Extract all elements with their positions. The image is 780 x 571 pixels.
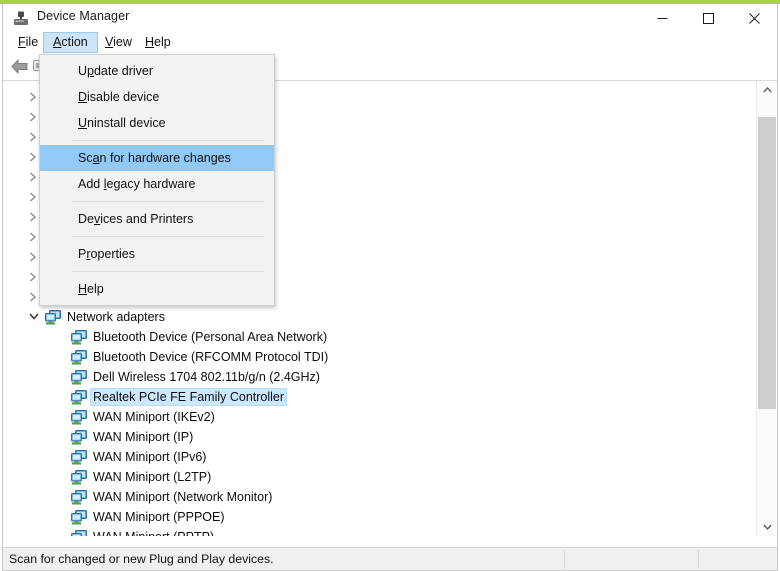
tree-item-label: WAN Miniport (Network Monitor) — [93, 490, 273, 504]
menu-item-disable-device[interactable]: Disable device — [40, 84, 274, 110]
menu-item-devices-and-printers[interactable]: Devices and Printers — [40, 206, 274, 232]
window-title: Device Manager — [37, 9, 130, 23]
menu-help-label-rest: elp — [154, 35, 171, 49]
tree-item[interactable]: WAN Miniport (PPTP) — [3, 527, 758, 536]
network-icon — [71, 450, 87, 465]
tree-item-label: WAN Miniport (IPv6) — [93, 450, 207, 464]
action-dropdown-menu[interactable]: Update driver Disable device Uninstall dev… — [39, 54, 275, 306]
status-divider-2 — [698, 550, 699, 569]
menu-help[interactable]: Help — [136, 32, 180, 53]
tree-item[interactable]: WAN Miniport (Network Monitor) — [3, 487, 758, 507]
menu-item-properties[interactable]: Properties — [40, 241, 274, 267]
tree-item-label: Bluetooth Device (RFCOMM Protocol TDI) — [93, 350, 329, 364]
menu-item-label: Uninstall device — [78, 116, 166, 130]
network-icon — [71, 410, 87, 425]
menu-item-add-legacy-hardware[interactable]: Add legacy hardware — [40, 171, 274, 197]
menu-separator — [72, 201, 264, 202]
tree-item[interactable]: Bluetooth Device (RFCOMM Protocol TDI) — [3, 347, 758, 367]
tree-item[interactable]: WAN Miniport (IKEv2) — [3, 407, 758, 427]
network-icon — [71, 490, 87, 505]
network-icon — [71, 370, 87, 385]
menu-item-label: Help — [78, 282, 104, 296]
menu-item-label: Properties — [78, 247, 135, 261]
menu-item-uninstall-device[interactable]: Uninstall device — [40, 110, 274, 136]
network-icon — [71, 530, 87, 536]
menu-file[interactable]: File — [9, 32, 47, 53]
menu-action-label-rest: ction — [61, 35, 88, 49]
tree-item-label: Network adapters — [67, 310, 165, 324]
maximize-button[interactable] — [685, 4, 731, 32]
menu-item-scan-for-hardware-changes[interactable]: Scan for hardware changes — [40, 145, 274, 171]
tree-item[interactable]: WAN Miniport (IP) — [3, 427, 758, 447]
tree-item[interactable]: Bluetooth Device (Personal Area Network) — [3, 327, 758, 347]
tree-item[interactable]: WAN Miniport (IPv6) — [3, 447, 758, 467]
tree-item[interactable]: Dell Wireless 1704 802.11b/g/n (2.4GHz) — [3, 367, 758, 387]
menu-file-label-rest: ile — [25, 35, 39, 49]
tree-item[interactable]: Realtek PCIe FE Family Controller — [3, 387, 758, 407]
menu-item-label: Update driver — [78, 64, 154, 78]
device-manager-icon — [13, 11, 29, 26]
menu-separator — [72, 271, 264, 272]
menu-view[interactable]: View — [96, 32, 141, 53]
close-button[interactable] — [731, 4, 777, 32]
menu-item-label: Devices and Printers — [78, 212, 194, 226]
status-text: Scan for changed or new Plug and Play de… — [9, 552, 274, 566]
network-icon — [45, 310, 61, 325]
vertical-scrollbar[interactable] — [756, 81, 777, 536]
tree-item-label: Realtek PCIe FE Family Controller — [89, 388, 288, 406]
menu-item-help[interactable]: Help — [40, 276, 274, 302]
tree-item-label: Bluetooth Device (Personal Area Network) — [93, 330, 328, 344]
menu-item-label: Disable device — [78, 90, 160, 104]
menu-item-label: Add legacy hardware — [78, 177, 196, 191]
network-icon — [71, 510, 87, 525]
tree-item-label: WAN Miniport (IP) — [93, 430, 194, 444]
network-icon — [71, 390, 87, 405]
tree-item-label: WAN Miniport (L2TP) — [93, 470, 212, 484]
status-bar: Scan for changed or new Plug and Play de… — [3, 547, 777, 570]
scroll-down-button[interactable] — [757, 518, 777, 536]
menu-bar: File Action View Help — [3, 32, 777, 54]
menu-item-update-driver[interactable]: Update driver — [40, 58, 274, 84]
menu-separator — [72, 140, 264, 141]
network-icon — [71, 430, 87, 445]
tree-item[interactable]: WAN Miniport (L2TP) — [3, 467, 758, 487]
tree-item-label: WAN Miniport (PPPOE) — [93, 510, 225, 524]
menu-item-label: Scan for hardware changes — [78, 151, 231, 165]
menu-separator — [72, 236, 264, 237]
tree-item-label: WAN Miniport (PPTP) — [91, 529, 216, 536]
scroll-up-button[interactable] — [757, 81, 777, 99]
tree-item-label: Dell Wireless 1704 802.11b/g/n (2.4GHz) — [93, 370, 320, 384]
device-manager-window: Device Manager File Action View Help Net… — [2, 4, 778, 571]
menu-action[interactable]: Action — [43, 32, 98, 53]
tree-item-label: WAN Miniport (IKEv2) — [93, 410, 215, 424]
network-icon — [71, 330, 87, 345]
title-bar: Device Manager — [3, 4, 777, 32]
tree-item[interactable]: Network adapters — [3, 307, 758, 327]
back-arrow-icon[interactable] — [9, 57, 31, 77]
network-icon — [71, 350, 87, 365]
network-icon — [71, 470, 87, 485]
minimize-button[interactable] — [639, 4, 685, 32]
tree-item[interactable]: WAN Miniport (PPPOE) — [3, 507, 758, 527]
status-divider-1 — [564, 550, 565, 569]
tree-expander-expanded[interactable] — [25, 307, 41, 327]
scrollbar-thumb[interactable] — [758, 117, 776, 409]
menu-view-label-rest: iew — [113, 35, 132, 49]
